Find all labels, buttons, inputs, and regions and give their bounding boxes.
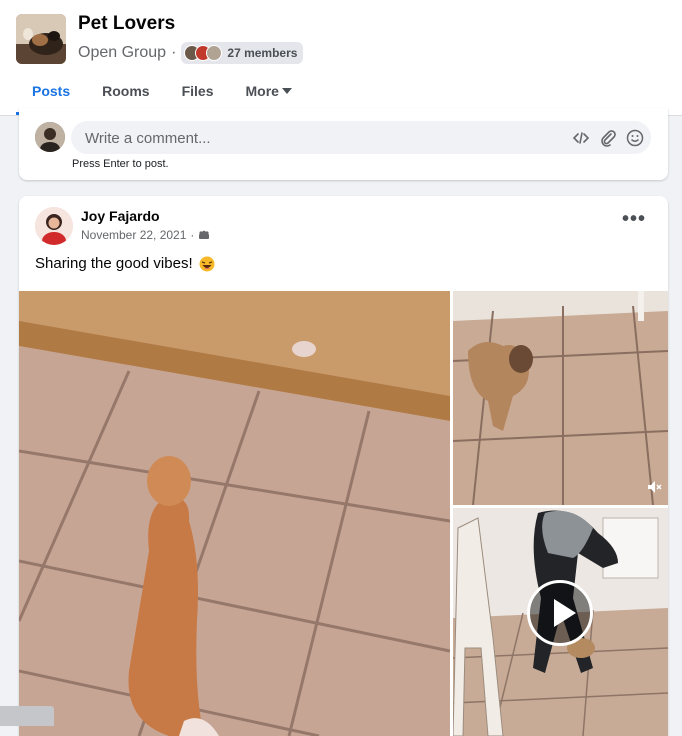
comment-input[interactable] [83, 121, 547, 156]
code-icon[interactable] [572, 129, 590, 147]
members-count: 27 members [227, 46, 298, 60]
post-card: Joy Fajardo November 22, 2021 · ••• Shar… [19, 196, 668, 736]
group-meta: Open Group · 27 members [78, 42, 304, 64]
post-options-button[interactable]: ••• [622, 209, 646, 229]
comment-input-wrapper [71, 121, 651, 156]
tab-label: Rooms [102, 83, 150, 99]
avatar[interactable] [35, 207, 73, 245]
group-header: Pet Lovers Open Group · 27 members Posts… [0, 0, 682, 116]
avatar [35, 122, 65, 152]
member-avatar [206, 45, 223, 61]
comment-hint: Press Enter to post. [72, 158, 169, 170]
comment-composer: Press Enter to post. [19, 108, 668, 180]
play-button[interactable] [527, 580, 593, 646]
members-button[interactable]: 27 members [181, 42, 304, 64]
tab-label: Files [181, 83, 214, 99]
laughing-face-emoji [199, 256, 215, 271]
post-video-thumbnail[interactable] [453, 291, 668, 505]
muted-volume-icon[interactable] [646, 479, 662, 495]
attach-icon[interactable] [599, 129, 617, 147]
post-photo-main[interactable] [19, 291, 450, 736]
group-audience-icon [199, 230, 210, 239]
emoji-icon[interactable] [626, 129, 644, 147]
caret-down-icon [281, 88, 292, 94]
post-author[interactable]: Joy Fajardo [81, 208, 160, 224]
post-date[interactable]: November 22, 2021 [81, 228, 186, 242]
separator: · [190, 228, 195, 242]
tab-label: Posts [32, 83, 71, 99]
post-meta: November 22, 2021 · [81, 228, 210, 242]
group-cover-thumbnail[interactable] [16, 14, 66, 64]
tab-label: More [245, 83, 279, 99]
group-name[interactable]: Pet Lovers [78, 13, 175, 35]
group-privacy: Open Group [78, 44, 167, 61]
chat-dock-tab[interactable] [0, 706, 54, 726]
post-video-thumbnail[interactable] [453, 508, 668, 736]
separator: · [171, 44, 177, 61]
post-text: Sharing the good vibes! [35, 255, 193, 272]
post-body: Sharing the good vibes! [35, 255, 215, 272]
